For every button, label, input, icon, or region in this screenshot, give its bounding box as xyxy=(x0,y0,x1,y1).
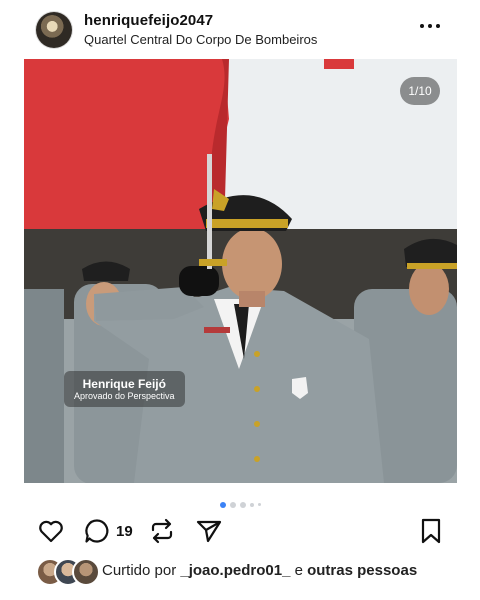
more-horizontal-icon[interactable] xyxy=(418,18,442,34)
username[interactable]: henriquefeijo2047 xyxy=(84,12,213,29)
liked-by[interactable]: Curtido por _joao.pedro01_ e outras pess… xyxy=(36,558,456,586)
tag-name: Henrique Feijó xyxy=(82,377,166,391)
comment-count[interactable]: 19 xyxy=(116,523,133,540)
action-bar: 19 xyxy=(0,515,480,549)
carousel-dot xyxy=(257,503,261,507)
tag-subtitle: Aprovado do Perspectiva xyxy=(74,391,175,401)
user-tag[interactable]: Henrique Feijó Aprovado do Perspectiva xyxy=(64,371,185,407)
heart-icon[interactable] xyxy=(37,517,65,545)
carousel-dots xyxy=(0,496,480,508)
carousel-dot xyxy=(219,501,226,508)
bookmark-icon[interactable] xyxy=(417,517,445,545)
carousel-dot xyxy=(229,501,236,508)
media-counter: 1/10 xyxy=(400,77,440,105)
liked-prefix: Curtido por xyxy=(102,562,177,579)
military-parade-image xyxy=(24,59,457,483)
liked-user[interactable]: _joao.pedro01_ xyxy=(180,562,290,579)
carousel-dot xyxy=(239,501,246,508)
liked-connector: e xyxy=(294,562,303,579)
carousel-dot xyxy=(249,502,254,507)
liked-others[interactable]: outras pessoas xyxy=(307,562,417,579)
liked-by-text: Curtido por _joao.pedro01_ e outras pess… xyxy=(102,562,417,579)
location[interactable]: Quartel Central Do Corpo De Bombeiros xyxy=(84,32,317,47)
comment-icon[interactable] xyxy=(83,517,111,545)
send-icon[interactable] xyxy=(195,517,223,545)
post-photo[interactable]: 1/10 Henrique Feijó Aprovado do Perspect… xyxy=(24,59,457,483)
avatar[interactable] xyxy=(36,12,72,48)
post-header: henriquefeijo2047 Quartel Central Do Cor… xyxy=(0,0,480,58)
repost-icon[interactable] xyxy=(148,517,176,545)
liker-avatar xyxy=(72,558,100,586)
